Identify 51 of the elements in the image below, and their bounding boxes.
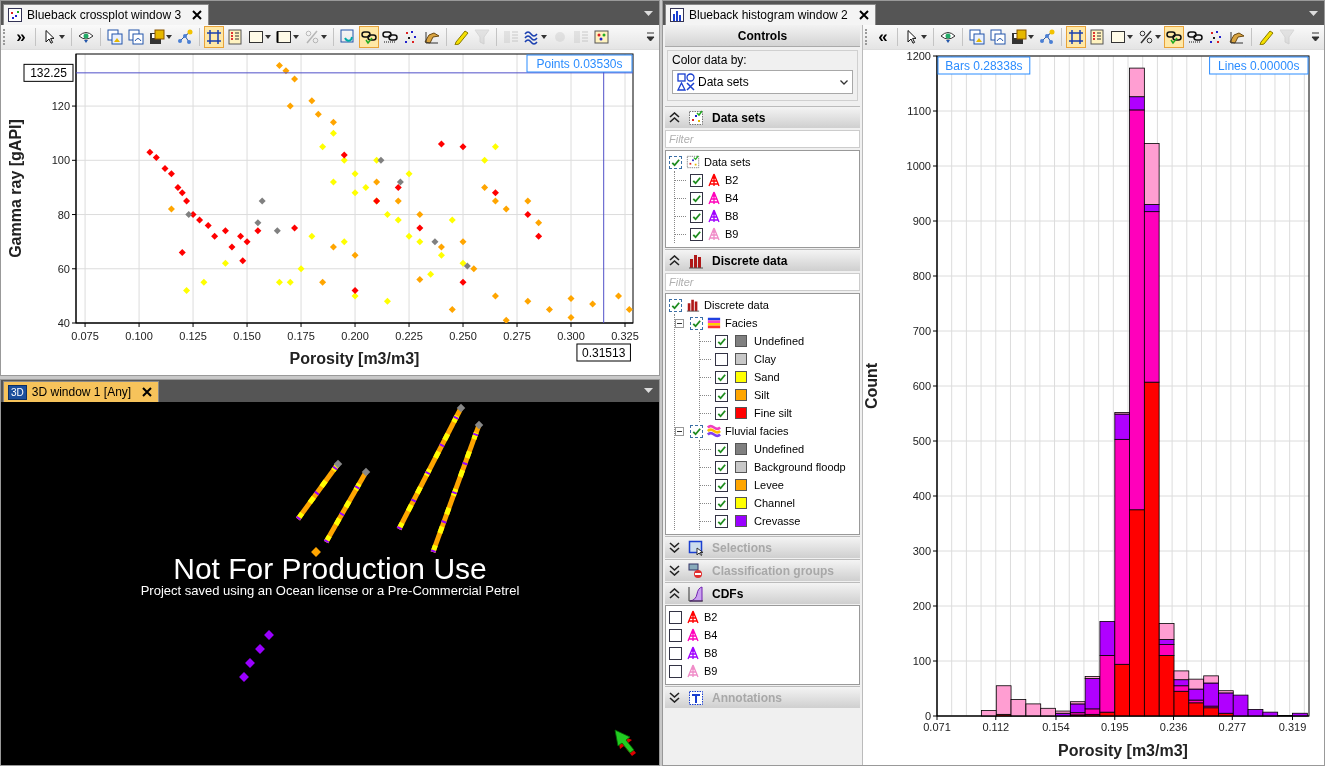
axis-tick-label: 0.275 [503,330,531,342]
overlay-note: Project saved using an Ocean license or a Pre-Commercial Petrel [140,583,520,598]
render-time-label: Points 0.03530s [526,54,633,73]
axis-tick-label: 1000 [906,160,931,172]
3d-badge: 3D [8,384,27,400]
overlay-title: Not For Production Use [173,552,487,586]
axis-tick-label: 100 [912,655,931,667]
axis-tick-label: 100 [51,154,70,167]
render-time-label: Bars 0.28338s [937,56,1031,75]
axis-tick-label: 0.236 [1159,721,1188,733]
ref-line-label: 0.31513 [582,346,626,360]
axis-tick-label: 0.325 [611,330,639,342]
axis-tick-label: 1200 [906,50,931,62]
axis-title: Gamma ray [gAPI] [7,119,24,258]
axis-tick-label: 600 [912,380,931,392]
axis-tick-label: 0 [924,710,931,722]
axis-tick-label: 0.075 [71,330,99,342]
axis-tick-label: 0.300 [557,330,585,342]
axis-title: Count [863,362,880,410]
axis-tick-label: 0.100 [125,330,153,342]
axis-tick-label: 0.277 [1218,721,1247,733]
axis-tick-label: 80 [57,208,70,221]
axis-tick-label: 0.154 [1042,721,1070,733]
render-time-label: Lines 0.00000s [1209,56,1309,75]
axis-tick-label: 200 [912,600,931,612]
axis-tick-label: 900 [912,215,931,227]
field-label: Color data by: [672,53,748,67]
axis-tick-label: 800 [912,270,931,282]
ref-line-label: 132.25 [30,66,68,81]
crosshair-value: 0.31513 [576,343,631,362]
axis-title: Porosity [m3/m3] [1058,742,1188,759]
axis-tick-label: 500 [912,435,931,447]
axis-tick-label: 0.125 [179,330,207,342]
axis-tick-label: 400 [912,490,931,502]
axis-tick-label: 120 [51,100,70,113]
axis-tick-label: 60 [57,262,70,275]
axis-title: Porosity [m3/m3] [289,350,420,367]
axis-tick-label: 1100 [907,105,931,117]
axis-tick-label: 0.112 [982,721,1010,733]
crosshair-value: 132.25 [23,63,74,82]
axis-tick-label: 0.175 [287,330,315,342]
axis-tick-label: 0.319 [1278,721,1307,733]
axis-tick-label: 0.071 [923,721,951,733]
axis-tick-label: 0.225 [395,330,423,342]
axis-tick-label: 700 [912,325,931,337]
axis-tick-label: 0.200 [341,330,369,342]
axis-tick-label: 0.150 [233,330,261,342]
axis-tick-label: 300 [912,545,931,557]
axis-tick-label: 0.250 [449,330,477,342]
axis-tick-label: 0.195 [1101,721,1129,733]
axis-tick-label: 40 [57,317,70,329]
